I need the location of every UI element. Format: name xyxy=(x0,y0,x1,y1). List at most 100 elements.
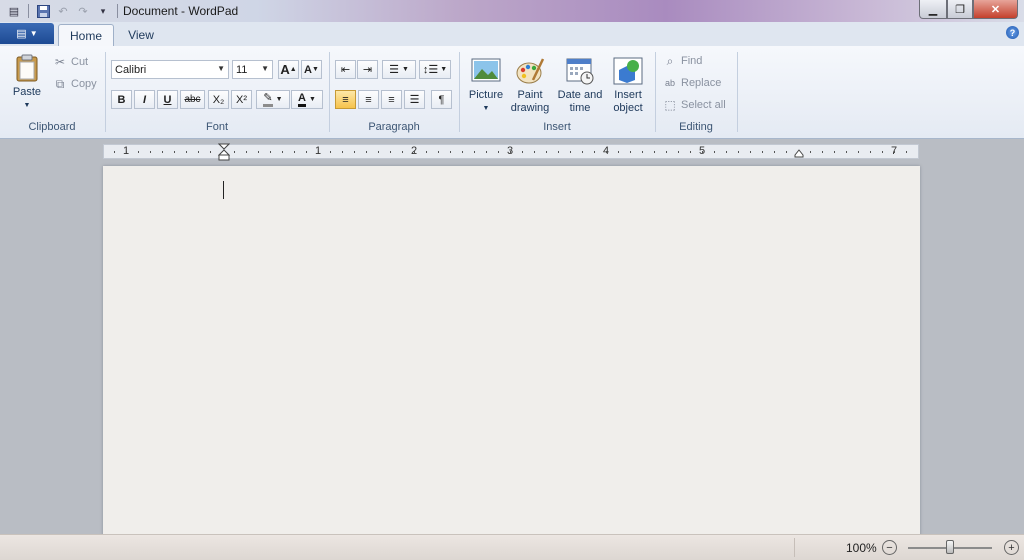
tab-home[interactable]: Home xyxy=(58,24,114,47)
ruler-tick xyxy=(138,151,139,153)
paint-drawing-button[interactable]: Paint drawing xyxy=(508,56,552,115)
scissors-icon: ✂ xyxy=(54,55,66,69)
shrink-font-button[interactable]: A ▼ xyxy=(301,60,322,79)
status-separator xyxy=(794,538,795,557)
cut-label: Cut xyxy=(71,56,89,68)
ruler-tick xyxy=(282,151,283,153)
save-icon[interactable] xyxy=(35,3,51,19)
calendar-clock-icon xyxy=(566,58,594,85)
clipboard-icon xyxy=(16,54,38,82)
editing-group-label: Editing xyxy=(679,121,713,133)
chevron-down-icon: ▼ xyxy=(217,64,225,73)
date-time-label: Date and time xyxy=(557,89,603,114)
line-spacing-icon: ↕☰ xyxy=(422,64,439,76)
redo-icon[interactable]: ↷ xyxy=(75,3,91,19)
ruler-tick xyxy=(294,151,295,153)
app-menu-icon[interactable]: ▤ xyxy=(6,3,22,19)
ruler[interactable]: 1 1 2 3 4 5 7 xyxy=(103,143,919,162)
justify-button[interactable]: ☰ xyxy=(404,90,425,109)
help-icon[interactable]: ? xyxy=(1006,26,1019,39)
ruler-tick xyxy=(150,151,151,153)
superscript-button[interactable]: X² xyxy=(231,90,252,109)
tab-view[interactable]: View xyxy=(118,24,164,46)
chevron-down-icon: ▼ xyxy=(440,66,448,73)
clipboard-group-label: Clipboard xyxy=(28,121,76,133)
paint-palette-icon xyxy=(516,58,545,84)
select-all-icon: ⬚ xyxy=(664,98,676,112)
paragraph-icon: ¶ xyxy=(438,93,445,106)
strikethrough-button[interactable]: abc xyxy=(180,90,205,109)
paste-label: Paste xyxy=(12,86,42,98)
text-color-button[interactable]: A ▼ xyxy=(291,90,323,109)
decrease-indent-icon: ⇤ xyxy=(340,64,351,76)
highlighter-icon: ✎ xyxy=(263,92,273,107)
font-group: Calibri ▼ 11 ▼ A ▲ A ▼ B I U abc X₂ X² ✎ ▼… xyxy=(106,48,328,136)
find-button[interactable]: ⌕ Find xyxy=(663,53,703,68)
replace-button[interactable]: ab Replace xyxy=(663,76,721,90)
align-center-button[interactable]: ≡ xyxy=(358,90,379,109)
picture-icon xyxy=(471,58,501,82)
select-all-label: Select all xyxy=(681,99,726,111)
bold-button[interactable]: B xyxy=(111,90,132,109)
decrease-indent-button[interactable]: ⇤ xyxy=(335,60,356,79)
paragraph-settings-button[interactable]: ¶ xyxy=(431,90,452,109)
line-spacing-button[interactable]: ↕☰ ▼ xyxy=(419,60,451,79)
quick-access-toolbar: ▤ ↶ ↷ ▾ xyxy=(6,3,120,19)
ruler-tick xyxy=(534,151,535,153)
zoom-out-button[interactable]: − xyxy=(882,540,897,555)
underline-button[interactable]: U xyxy=(157,90,178,109)
maximize-button[interactable]: ❐ xyxy=(947,0,973,19)
justify-icon: ☰ xyxy=(409,94,420,106)
close-button[interactable]: ✕ xyxy=(973,0,1018,19)
chevron-down-icon: ▼ xyxy=(275,96,283,103)
paste-button[interactable]: Paste ▼ xyxy=(8,53,46,112)
ruler-tick xyxy=(342,151,343,153)
bullet-list-button[interactable]: ☰ ▼ xyxy=(382,60,416,79)
bullet-list-icon: ☰ xyxy=(389,64,399,76)
find-label: Find xyxy=(681,55,703,67)
text-cursor xyxy=(223,181,224,199)
increase-indent-button[interactable]: ⇥ xyxy=(357,60,378,79)
date-time-button[interactable]: Date and time xyxy=(555,56,605,115)
ruler-tick xyxy=(414,151,415,153)
ruler-tick xyxy=(906,151,907,153)
ruler-tick xyxy=(426,151,427,153)
italic-button[interactable]: I xyxy=(134,90,155,109)
indent-marker-icon[interactable] xyxy=(218,143,230,162)
highlight-color-button[interactable]: ✎ ▼ xyxy=(256,90,290,109)
document-page[interactable] xyxy=(103,166,920,536)
ruler-tick xyxy=(546,151,547,153)
binoculars-icon: ⌕ xyxy=(666,53,674,68)
undo-icon[interactable]: ↶ xyxy=(55,3,71,19)
replace-icon: ab xyxy=(664,78,675,88)
ruler-tick xyxy=(198,151,199,153)
right-indent-marker-icon[interactable] xyxy=(794,149,804,158)
zoom-slider-thumb[interactable] xyxy=(946,540,954,554)
select-all-button[interactable]: ⬚ Select all xyxy=(663,98,726,112)
cut-button[interactable]: ✂ Cut xyxy=(53,55,88,69)
clipboard-group: Paste ▼ ✂ Cut ⧉ Copy Clipboard xyxy=(0,48,104,136)
copy-button[interactable]: ⧉ Copy xyxy=(53,77,97,91)
application-menu-button[interactable]: ▤ ▼ xyxy=(0,23,54,44)
subscript-button[interactable]: X₂ xyxy=(208,90,229,109)
font-family-dropdown[interactable]: Calibri ▼ xyxy=(111,60,229,79)
align-left-button[interactable]: ≡ xyxy=(335,90,356,109)
ruler-tick xyxy=(630,151,631,153)
align-right-button[interactable]: ≡ xyxy=(381,90,402,109)
ruler-tick xyxy=(786,151,787,153)
grow-font-button[interactable]: A ▲ xyxy=(278,60,299,79)
ruler-tick xyxy=(174,151,175,153)
zoom-in-button[interactable]: + xyxy=(1004,540,1019,555)
picture-button[interactable]: Picture ▼ xyxy=(465,56,507,115)
ribbon-tabs: ▤ ▼ Home View ? xyxy=(0,22,1024,47)
window-controls: ▁ ❐ ✕ xyxy=(919,0,1018,19)
customize-qat-icon[interactable]: ▾ xyxy=(95,3,111,19)
font-size-dropdown[interactable]: 11 ▼ xyxy=(232,60,273,79)
object-icon xyxy=(613,57,643,85)
ruler-tick xyxy=(858,151,859,153)
insert-object-button[interactable]: Insert object xyxy=(607,56,649,115)
ruler-tick xyxy=(210,151,211,153)
ruler-tick xyxy=(774,151,775,153)
font-size-value: 11 xyxy=(236,63,248,76)
minimize-button[interactable]: ▁ xyxy=(919,0,947,19)
